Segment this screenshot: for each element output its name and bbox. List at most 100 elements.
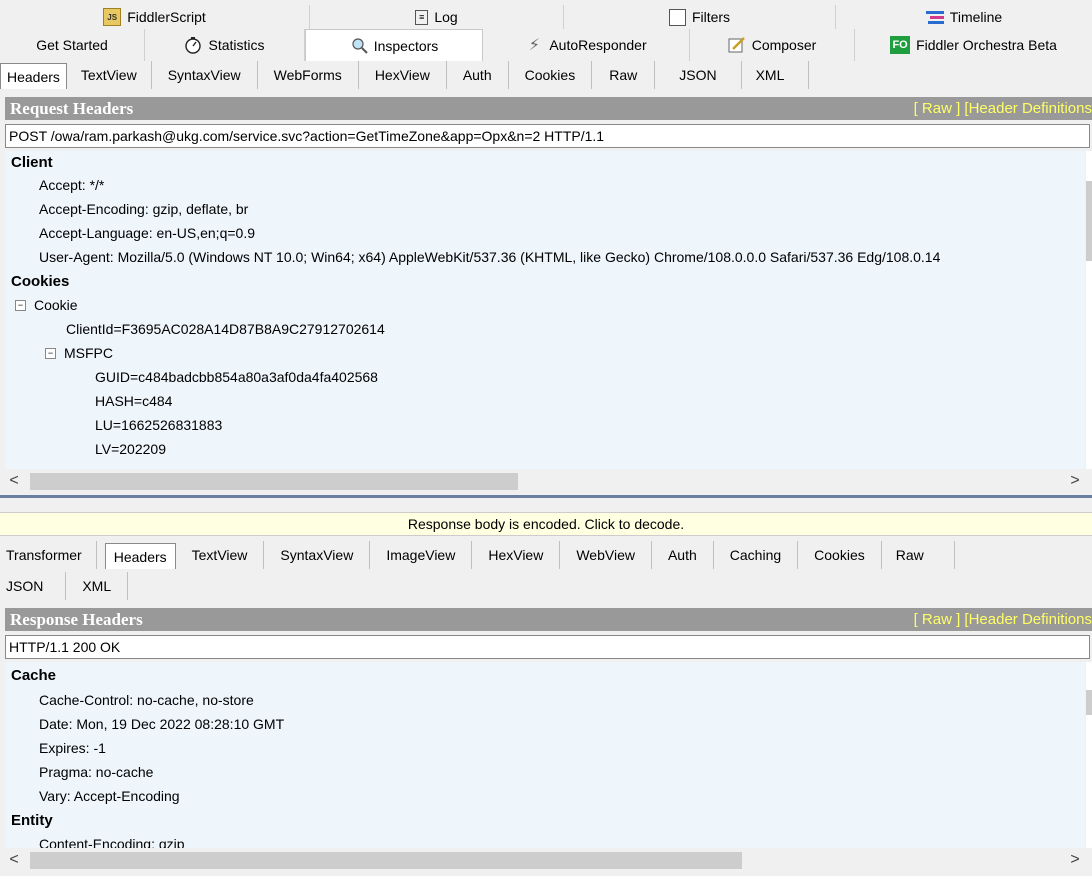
req-tab-headers[interactable]: Headers — [0, 63, 67, 89]
request-headers-tree: Client Accept: */* Accept-Encoding: gzip… — [5, 151, 1085, 469]
scroll-thumb[interactable] — [1086, 181, 1092, 261]
req-tab-cookies[interactable]: Cookies — [509, 61, 593, 89]
scroll-thumb[interactable] — [30, 852, 742, 869]
scroll-left-icon[interactable]: < — [3, 849, 25, 871]
tab-fiddler-orchestra[interactable]: FO Fiddler Orchestra Beta — [855, 29, 1092, 61]
scroll-left-icon[interactable]: < — [3, 470, 25, 492]
script-icon: JS — [103, 8, 122, 26]
tab-label: Timeline — [949, 9, 1003, 25]
tab-inspectors[interactable]: Inspectors — [305, 29, 483, 61]
inspect-icon — [350, 37, 368, 55]
group-client[interactable]: Client — [5, 151, 1085, 173]
collapse-icon[interactable]: − — [15, 299, 26, 311]
scroll-right-icon[interactable]: > — [1064, 849, 1086, 871]
stopwatch-icon — [184, 36, 202, 54]
tab-statistics[interactable]: Statistics — [145, 29, 305, 61]
req-tab-auth[interactable]: Auth — [447, 61, 509, 89]
cookie-node[interactable]: − Cookie — [5, 293, 1085, 317]
req-tab-json[interactable]: JSON — [655, 61, 742, 89]
resp-tab-auth[interactable]: Auth — [652, 541, 714, 569]
response-headers-tree: Cache Cache-Control: no-cache, no-store … — [5, 662, 1085, 848]
cookie-item[interactable]: HASH=c484 — [5, 389, 1085, 413]
header-item[interactable]: Expires: -1 — [5, 736, 1085, 760]
request-inspector-tabs: Headers TextView SyntaxView WebForms Hex… — [0, 61, 1092, 89]
tab-label: Log — [434, 9, 458, 25]
lightning-icon: ⚡ — [528, 37, 540, 54]
header-item[interactable]: Content-Encoding: gzip — [5, 832, 1085, 848]
header-item[interactable]: Accept-Encoding: gzip, deflate, br — [5, 197, 1085, 221]
header-item[interactable]: Cache-Control: no-cache, no-store — [5, 688, 1085, 712]
req-tab-xml[interactable]: XML — [742, 61, 810, 89]
request-headers-bar: Request Headers [ Raw ] [Header Definiti… — [5, 97, 1092, 120]
header-links[interactable]: [ Raw ] [Header Definitions — [914, 100, 1092, 117]
cookie-item[interactable]: LV=202209 — [5, 437, 1085, 461]
resp-tab-hexview[interactable]: HexView — [472, 541, 561, 569]
req-tab-hexview[interactable]: HexView — [359, 61, 447, 89]
tab-label: Get Started — [36, 37, 108, 53]
tab-label: Fiddler Orchestra Beta — [916, 37, 1057, 53]
req-tab-syntaxview[interactable]: SyntaxView — [152, 61, 258, 89]
tab-label: Filters — [691, 9, 731, 25]
header-item[interactable]: User-Agent: Mozilla/5.0 (Windows NT 10.0… — [5, 245, 1085, 269]
req-tab-webforms[interactable]: WebForms — [258, 61, 359, 89]
request-line[interactable]: POST /owa/ram.parkash@ukg.com/service.sv… — [5, 124, 1090, 148]
tab-get-started[interactable]: Get Started — [0, 29, 145, 61]
tab-label: FiddlerScript — [127, 9, 206, 25]
resp-tab-imageview[interactable]: ImageView — [370, 541, 473, 569]
header-item[interactable]: Accept: */* — [5, 173, 1085, 197]
resp-tab-syntaxview[interactable]: SyntaxView — [264, 541, 371, 569]
group-entity[interactable]: Entity — [5, 808, 1085, 832]
compose-icon — [728, 36, 746, 54]
tab-log[interactable]: ≡ Log — [310, 5, 564, 29]
response-headers-bar: Response Headers [ Raw ] [Header Definit… — [5, 608, 1092, 631]
response-headers-title: Response Headers — [10, 609, 143, 629]
header-item[interactable]: Date: Mon, 19 Dec 2022 08:28:10 GMT — [5, 712, 1085, 736]
resp-tab-caching[interactable]: Caching — [714, 541, 799, 569]
response-horizontal-scrollbar[interactable]: < > — [0, 849, 1092, 876]
scroll-thumb[interactable] — [30, 473, 518, 490]
header-item[interactable]: Vary: Accept-Encoding — [5, 784, 1085, 808]
request-horizontal-scrollbar[interactable]: < > — [0, 470, 1092, 492]
req-tab-raw[interactable]: Raw — [592, 61, 656, 89]
tab-filters[interactable]: Filters — [564, 5, 836, 29]
cookie-item[interactable]: ClientId=F3695AC028A14D87B8A9C2791270261… — [5, 317, 1085, 341]
resp-tab-xml[interactable]: XML — [66, 572, 129, 600]
tab-autoresponder[interactable]: ⚡ AutoResponder — [483, 29, 690, 61]
tab-label: AutoResponder — [549, 37, 647, 53]
cookie-label: Cookie — [34, 297, 78, 313]
resp-tab-raw[interactable]: Raw — [882, 541, 955, 569]
tab-composer[interactable]: Composer — [690, 29, 855, 61]
scroll-thumb[interactable] — [1086, 690, 1092, 715]
cookie-item[interactable]: LU=1662526831883 — [5, 413, 1085, 437]
resp-tab-headers[interactable]: Headers — [104, 543, 176, 569]
top-tabs-row2: Get Started Statistics Inspectors ⚡ Auto… — [0, 29, 1092, 61]
checkbox-icon — [668, 8, 686, 26]
resp-tab-transformer[interactable]: Transformer — [0, 541, 97, 569]
req-tab-textview[interactable]: TextView — [67, 61, 152, 89]
request-vertical-scrollbar[interactable] — [1086, 151, 1092, 469]
msfpc-node[interactable]: − MSFPC — [5, 341, 1085, 365]
header-item[interactable]: Accept-Language: en-US,en;q=0.9 — [5, 221, 1085, 245]
response-inspector-tabs: Transformer Headers TextView SyntaxView … — [0, 541, 1092, 569]
tab-timeline[interactable]: Timeline — [836, 5, 1092, 29]
timeline-icon — [925, 8, 944, 26]
decode-notice[interactable]: Response body is encoded. Click to decod… — [0, 512, 1092, 536]
scroll-right-icon[interactable]: > — [1064, 470, 1086, 492]
log-icon: ≡ — [415, 9, 429, 25]
msfpc-label: MSFPC — [64, 345, 113, 361]
resp-tab-cookies[interactable]: Cookies — [798, 541, 882, 569]
group-cookies[interactable]: Cookies — [5, 269, 1085, 293]
request-headers-title: Request Headers — [10, 98, 134, 118]
collapse-icon[interactable]: − — [45, 347, 56, 359]
response-vertical-scrollbar[interactable] — [1086, 662, 1092, 848]
resp-tab-json[interactable]: JSON — [0, 572, 67, 600]
resp-tab-webview[interactable]: WebView — [560, 541, 652, 569]
group-cache[interactable]: Cache — [5, 662, 1085, 688]
header-links[interactable]: [ Raw ] [Header Definitions — [914, 611, 1092, 628]
resp-tab-textview[interactable]: TextView — [176, 541, 265, 569]
cookie-item[interactable]: GUID=c484badcbb854a80a3af0da4fa402568 — [5, 365, 1085, 389]
header-item[interactable]: Pragma: no-cache — [5, 760, 1085, 784]
tab-fiddlerscript[interactable]: JS FiddlerScript — [0, 5, 310, 29]
pane-splitter[interactable] — [0, 495, 1092, 512]
status-line[interactable]: HTTP/1.1 200 OK — [5, 635, 1090, 659]
